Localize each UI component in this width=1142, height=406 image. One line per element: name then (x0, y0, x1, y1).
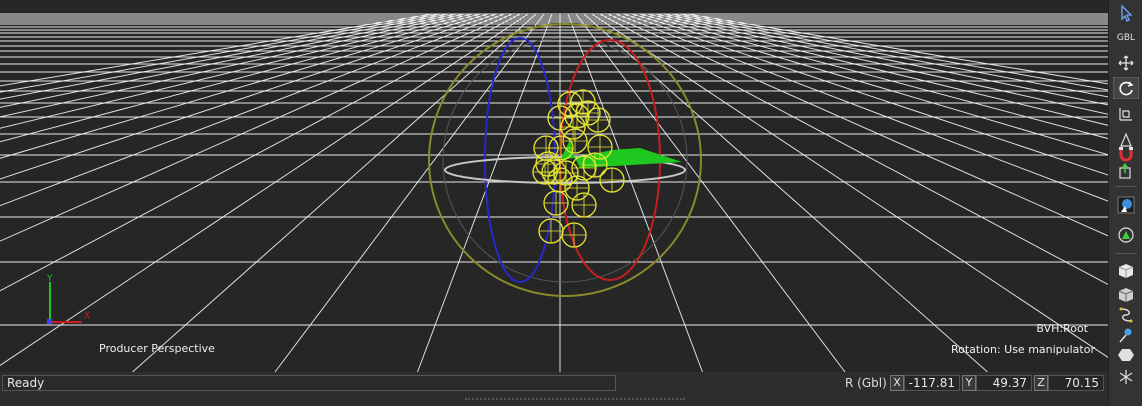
rotate-tool[interactable] (1113, 77, 1139, 99)
cube-solid-icon (1118, 264, 1134, 278)
grid-line (607, 13, 1108, 237)
look-through-icon (1117, 196, 1135, 214)
z-axis-label: Z (1034, 375, 1048, 391)
grid-line (615, 13, 1108, 202)
global-space-button[interactable]: GBL (1113, 27, 1139, 49)
grid-line (274, 13, 545, 372)
path-icon (1119, 307, 1133, 323)
z-value-field[interactable]: 70.15 (1048, 375, 1104, 391)
hexagon-tool[interactable] (1113, 344, 1139, 366)
isolate-icon (1118, 227, 1134, 243)
status-bar: Ready R (Gbl) X -117.81 Y 49.37 Z 70.15 (0, 372, 1108, 406)
y-axis-label: Y (962, 375, 976, 391)
3d-viewport[interactable]: Y X Producer Perspective BVH:Root Rotati… (0, 0, 1108, 372)
grid-line (655, 13, 1108, 115)
isolate-tool[interactable] (1113, 224, 1139, 246)
right-toolbar: GBL (1108, 0, 1142, 406)
axis-gizmo: Y X (40, 272, 100, 332)
axis-y-label: Y (46, 274, 53, 284)
mode-label: Rotation: Use manipulator (950, 343, 1095, 356)
scale-icon (1119, 108, 1132, 121)
select-arrow-icon (1121, 4, 1133, 22)
look-through-tool[interactable] (1113, 194, 1139, 216)
grid-line (575, 13, 846, 372)
grid-line (647, 13, 1108, 126)
resize-grip[interactable] (465, 398, 685, 402)
cube-wire-icon (1118, 288, 1134, 302)
grid-line (679, 13, 1108, 91)
path-tool[interactable] (1113, 304, 1139, 326)
status-message: Ready (2, 375, 616, 391)
grid-line (591, 13, 1108, 358)
grid-line (671, 13, 1108, 98)
translate-icon (1118, 55, 1134, 71)
axis-x-label: X (84, 311, 90, 321)
asterisk-tool[interactable] (1113, 366, 1139, 388)
grid-line (663, 13, 1108, 106)
hexagon-icon (1118, 349, 1134, 361)
pin-icon (1119, 328, 1132, 343)
pivot-icon (1119, 163, 1131, 179)
rotate-icon (1119, 81, 1134, 96)
translate-tool[interactable] (1113, 52, 1139, 74)
scene-canvas[interactable] (0, 0, 1108, 372)
select-tool[interactable] (1113, 2, 1139, 24)
pivot-tool[interactable] (1113, 160, 1139, 182)
cube-wire-tool[interactable] (1113, 284, 1139, 306)
camera-label: Producer Perspective (99, 342, 215, 355)
selection-label: BVH:Root (1036, 322, 1088, 335)
y-value-field[interactable]: 49.37 (976, 375, 1032, 391)
cube-solid-tool[interactable] (1113, 260, 1139, 282)
pin-tool[interactable] (1113, 324, 1139, 346)
rotation-mode-label: R (Gbl) (845, 376, 887, 390)
x-value-field[interactable]: -117.81 (904, 375, 960, 391)
scale-tool[interactable] (1113, 103, 1139, 125)
asterisk-icon (1119, 370, 1133, 384)
x-axis-label: X (890, 375, 904, 391)
grid-line (599, 13, 1108, 285)
